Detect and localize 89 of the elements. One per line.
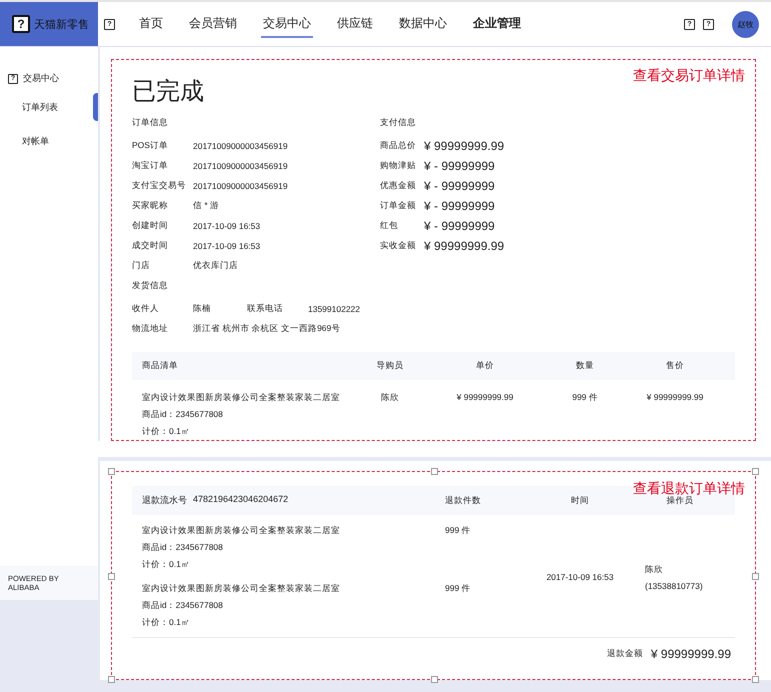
field-value: 优衣库门店 bbox=[193, 260, 238, 272]
column-header: 操作员 bbox=[666, 494, 694, 506]
selection-handle[interactable] bbox=[430, 676, 438, 683]
user-avatar[interactable]: 赵牧 bbox=[732, 10, 759, 38]
field-label: 收件人 bbox=[132, 303, 160, 315]
amount-value: ¥ 99999999.99 bbox=[424, 239, 504, 253]
field-label: 买家昵称 bbox=[132, 200, 169, 212]
column-header: 数量 bbox=[575, 360, 595, 372]
total-amount: ¥ 99999999.99 bbox=[650, 647, 731, 661]
nav-tab[interactable]: 首页 bbox=[137, 10, 165, 38]
field-value: 陈楠 bbox=[193, 303, 212, 315]
field-value: 信 * 游 bbox=[193, 200, 220, 212]
field-value: 浙江省 杭州市 余杭区 文一西路969号 bbox=[193, 323, 340, 335]
product-id: 商品id：2345677808 bbox=[142, 542, 224, 554]
serial-number: 4782196423046204672 bbox=[193, 494, 288, 506]
table-cell-text: ¥ 99999999.99 bbox=[456, 392, 514, 402]
amount-value: ¥ - 99999999 bbox=[424, 219, 495, 233]
sidebar-item[interactable]: 订单列表 bbox=[0, 93, 98, 121]
table-cell-text: 2017-10-09 16:53 bbox=[545, 572, 615, 582]
product-id: 商品id：2345677808 bbox=[142, 600, 224, 612]
operator-name: 陈欣 bbox=[645, 564, 664, 576]
field-label: 物流地址 bbox=[132, 323, 169, 335]
help-icon: ? bbox=[12, 15, 30, 33]
table-cell-text: 999 件 bbox=[445, 525, 472, 537]
active-indicator bbox=[93, 93, 98, 121]
amount-value: ¥ 99999999.99 bbox=[424, 139, 504, 153]
nav-tab[interactable]: 交易中心 bbox=[261, 10, 313, 38]
field-label: 购物津贴 bbox=[380, 160, 417, 172]
selection-handle[interactable] bbox=[752, 676, 759, 683]
table-cell-text: 999 件 bbox=[445, 583, 472, 595]
order-status: 已完成 bbox=[132, 77, 204, 107]
column-header: 售价 bbox=[665, 360, 685, 372]
field-label: 红包 bbox=[380, 220, 399, 232]
serial-label: 退款流水号 bbox=[142, 494, 187, 507]
field-label: 成交时间 bbox=[132, 240, 169, 252]
nav-tab[interactable]: 企业管理 bbox=[471, 10, 523, 38]
table-cell-text: 陈欣 bbox=[380, 392, 400, 404]
field-label: 实收金额 bbox=[380, 240, 417, 252]
amount-value: ¥ - 99999999 bbox=[424, 159, 495, 173]
field-value: 20171009000003456919 bbox=[193, 181, 288, 191]
selection-handle[interactable] bbox=[430, 468, 438, 475]
nav-tab[interactable]: 供应链 bbox=[335, 10, 375, 38]
field-label: 优惠金额 bbox=[380, 180, 417, 192]
column-header: 商品清单 bbox=[142, 360, 179, 372]
field-value: 2017-10-09 16:53 bbox=[193, 241, 260, 251]
field-label: 淘宝订单 bbox=[132, 160, 169, 172]
section-title: 订单信息 bbox=[132, 117, 169, 129]
product-pricing: 计价：0.1㎡ bbox=[142, 426, 191, 438]
amount-value: ¥ - 99999999 bbox=[424, 199, 495, 213]
selection-handle[interactable] bbox=[108, 572, 115, 580]
annotation-label: 查看退款订单详情 bbox=[633, 480, 745, 496]
product-name: 室内设计效果图新房装修公司全案整装家装二居室 bbox=[142, 392, 341, 404]
table-cell-text: 999 件 bbox=[571, 392, 599, 404]
field-value: 20171009000003456919 bbox=[193, 161, 288, 171]
operator-phone: (13538810773) bbox=[645, 580, 704, 590]
column-header: 时间 bbox=[570, 494, 590, 506]
selection-handle[interactable] bbox=[108, 676, 115, 683]
column-header: 退款件数 bbox=[445, 494, 482, 506]
amount-value: ¥ - 99999999 bbox=[424, 179, 495, 193]
field-label: 订单金额 bbox=[380, 200, 417, 212]
table-cell-text: ¥ 99999999.99 bbox=[646, 392, 704, 402]
section-title: 发货信息 bbox=[132, 280, 169, 292]
product-name: 室内设计效果图新房装修公司全案整装家装二居室 bbox=[142, 583, 341, 595]
field-label: 创建时间 bbox=[132, 220, 169, 232]
section-title: 支付信息 bbox=[380, 117, 417, 129]
product-name: 室内设计效果图新房装修公司全案整装家装二居室 bbox=[142, 525, 341, 537]
field-label: 支付宝交易号 bbox=[132, 180, 187, 192]
product-pricing: 计价：0.1㎡ bbox=[142, 617, 191, 629]
product-pricing: 计价：0.1㎡ bbox=[142, 559, 191, 571]
annotation-label: 查看交易订单详情 bbox=[633, 67, 745, 85]
field-label: 门店 bbox=[132, 260, 151, 272]
field-value: 2017-10-09 16:53 bbox=[193, 221, 260, 231]
field-label: POS订单 bbox=[132, 140, 169, 152]
sidebar-section[interactable]: 交易中心 bbox=[23, 72, 59, 85]
field-label: 联系电话 bbox=[247, 303, 284, 315]
selection-handle[interactable] bbox=[752, 468, 759, 475]
field-value: 20171009000003456919 bbox=[193, 141, 288, 151]
column-header: 单价 bbox=[475, 360, 495, 372]
nav-tab[interactable]: 数据中心 bbox=[397, 10, 449, 38]
logo-text: 天猫新零售 bbox=[34, 18, 89, 32]
column-header: 导购员 bbox=[376, 360, 404, 372]
selection-handle[interactable] bbox=[752, 572, 759, 580]
sidebar-item[interactable]: 对帐单 bbox=[0, 127, 98, 155]
product-id: 商品id：2345677808 bbox=[142, 409, 224, 421]
field-label: 商品总价 bbox=[380, 140, 417, 152]
field-value: 13599102222 bbox=[308, 304, 360, 314]
nav-tab[interactable]: 会员营销 bbox=[187, 10, 239, 38]
selection-handle[interactable] bbox=[108, 468, 115, 475]
total-label: 退款金额 bbox=[606, 648, 643, 660]
